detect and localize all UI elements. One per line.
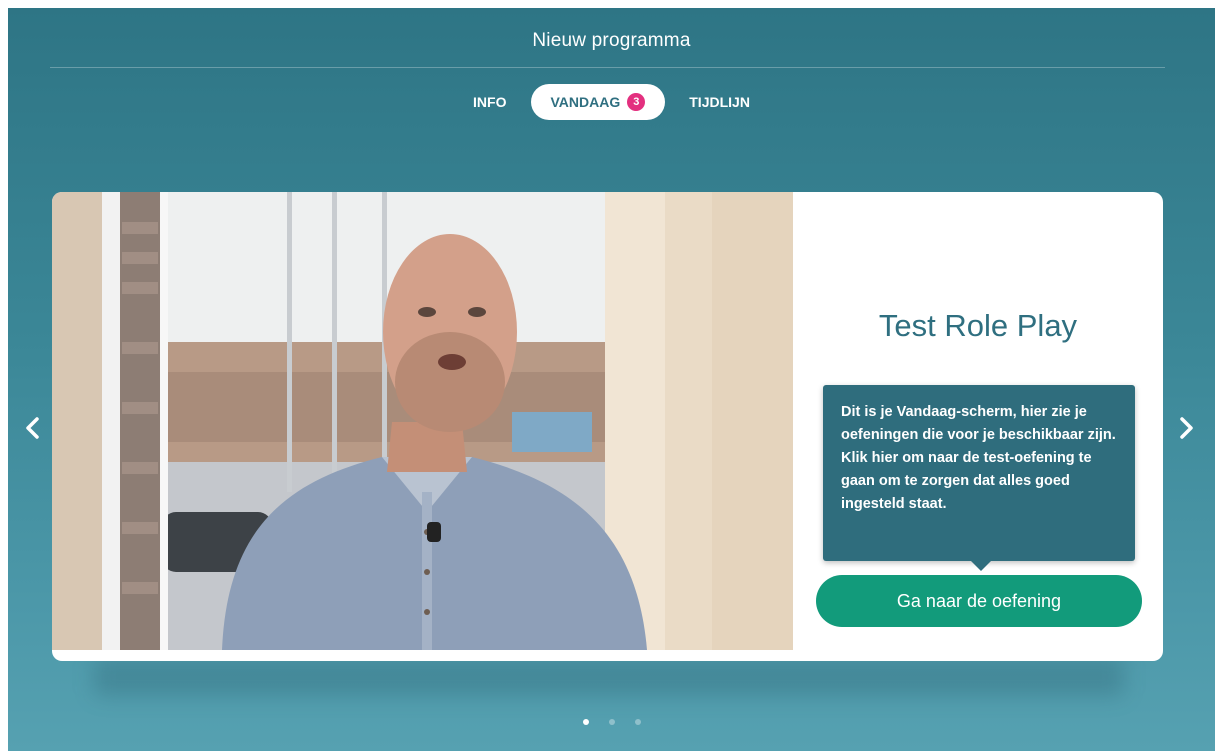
exercise-panel: Test Role Play Dit is je Vandaag-scherm,… bbox=[793, 192, 1163, 661]
tab-info[interactable]: INFO bbox=[453, 84, 526, 120]
tab-vandaag[interactable]: VANDAAG 3 bbox=[530, 84, 666, 120]
tooltip-text-bold: Vandaag bbox=[896, 404, 957, 420]
onboarding-tooltip: Dit is je Vandaag-scherm, hier zie je oe… bbox=[823, 385, 1135, 571]
tab-label: TIJDLIJN bbox=[689, 94, 750, 110]
tooltip-pointer bbox=[971, 561, 991, 571]
card-shadow bbox=[94, 658, 1124, 696]
chevron-right-icon[interactable] bbox=[1171, 413, 1201, 443]
tab-tijdlijn[interactable]: TIJDLIJN bbox=[669, 84, 770, 120]
pagination-dot[interactable] bbox=[582, 719, 589, 725]
tooltip-text-end: -scherm, hier zie je oefeningen die voor… bbox=[841, 404, 1116, 512]
tab-label: INFO bbox=[473, 94, 507, 110]
page-title: Nieuw programma bbox=[532, 30, 691, 51]
video-thumbnail[interactable] bbox=[52, 192, 793, 650]
presenter-image bbox=[52, 192, 793, 650]
carousel-pagination bbox=[8, 719, 1215, 725]
exercise-card: Test Role Play Dit is je Vandaag-scherm,… bbox=[52, 192, 1163, 661]
exercise-title: Test Role Play bbox=[878, 308, 1078, 343]
tooltip-text-start: Dit is je bbox=[841, 404, 897, 420]
tab-bar: INFO VANDAAG 3 TIJDLIJN bbox=[8, 83, 1215, 121]
header-divider bbox=[50, 67, 1165, 68]
app-screen: Nieuw programma INFO VANDAAG 3 TIJDLIJN bbox=[8, 8, 1215, 751]
go-to-exercise-button[interactable]: Ga naar de oefening bbox=[816, 575, 1142, 627]
pagination-dot[interactable] bbox=[608, 719, 615, 725]
pagination-dot[interactable] bbox=[634, 719, 641, 725]
chevron-left-icon[interactable] bbox=[18, 413, 48, 443]
notification-badge: 3 bbox=[627, 93, 646, 111]
tab-label: VANDAAG bbox=[550, 94, 621, 110]
